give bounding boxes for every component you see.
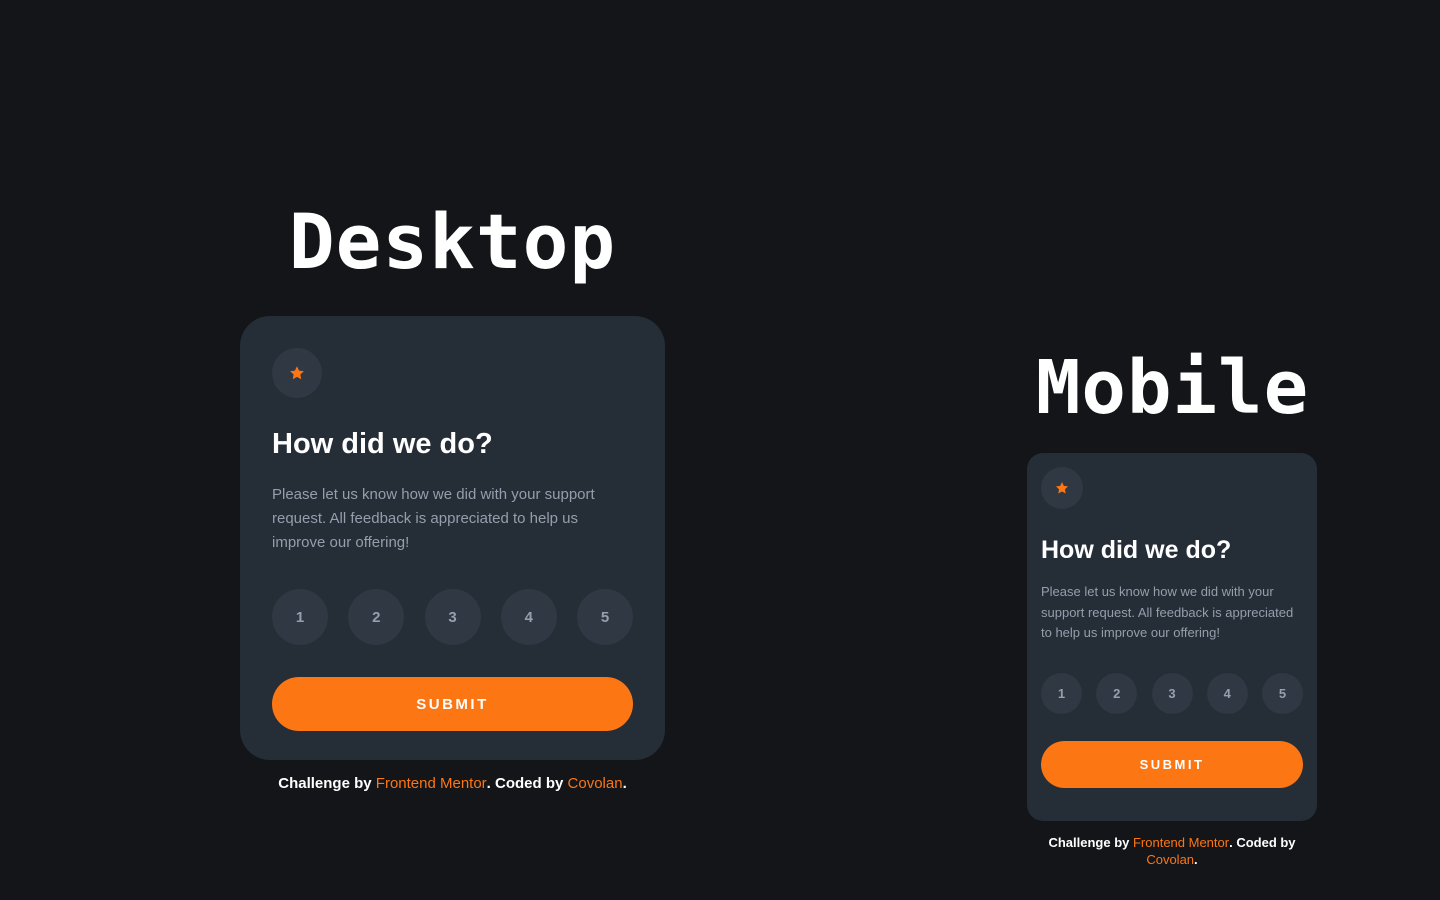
attribution-suffix: . xyxy=(1194,852,1198,867)
rating-button-3[interactable]: 3 xyxy=(424,589,481,645)
card-description: Please let us know how we did with your … xyxy=(272,486,595,551)
rating-card-desktop: How did we do? Please let us know how we… xyxy=(240,316,665,760)
attribution-suffix: . xyxy=(622,775,627,792)
attribution-desktop: Challenge by Frontend Mentor. Coded by C… xyxy=(240,775,665,792)
rating-button-3[interactable]: 3 xyxy=(1151,672,1193,714)
attribution-prefix: Challenge by xyxy=(1048,835,1133,850)
card-title: How did we do? xyxy=(272,428,493,460)
desktop-heading: Desktop xyxy=(288,197,617,286)
card-description: Please let us know how we did with your … xyxy=(1041,584,1294,640)
star-icon xyxy=(1055,481,1069,495)
mobile-heading: Mobile xyxy=(1035,345,1310,431)
attribution-middle: . Coded by xyxy=(1229,835,1296,850)
star-badge xyxy=(272,348,322,398)
star-icon xyxy=(289,365,305,381)
attribution-prefix: Challenge by xyxy=(278,775,376,792)
author-link[interactable]: Covolan xyxy=(568,775,623,792)
attribution-mobile: Challenge by Frontend Mentor. Coded by C… xyxy=(1027,834,1317,868)
rating-button-5[interactable]: 5 xyxy=(577,589,633,645)
rating-button-1[interactable]: 1 xyxy=(272,589,328,645)
rating-button-2[interactable]: 2 xyxy=(1096,672,1138,714)
rating-card-mobile: How did we do? Please let us know how we… xyxy=(1027,453,1317,821)
submit-button[interactable]: SUBMIT xyxy=(272,677,633,731)
card-title: How did we do? xyxy=(1041,536,1232,564)
star-badge xyxy=(1041,467,1083,509)
author-link[interactable]: Covolan xyxy=(1146,852,1194,867)
rating-button-4[interactable]: 4 xyxy=(500,589,557,645)
attribution-middle: . Coded by xyxy=(486,775,568,792)
screenshot-stage: Desktop How did we do? Please let us kno… xyxy=(0,0,1440,900)
rating-button-1[interactable]: 1 xyxy=(1041,672,1082,714)
rating-options: 1 2 3 4 5 xyxy=(1041,672,1303,714)
rating-button-4[interactable]: 4 xyxy=(1206,672,1248,714)
rating-options: 1 2 3 4 5 xyxy=(272,589,633,645)
rating-button-2[interactable]: 2 xyxy=(348,589,405,645)
frontend-mentor-link[interactable]: Frontend Mentor xyxy=(1133,835,1229,850)
frontend-mentor-link[interactable]: Frontend Mentor xyxy=(376,775,487,792)
submit-button[interactable]: SUBMIT xyxy=(1041,740,1303,788)
rating-button-5[interactable]: 5 xyxy=(1262,672,1303,714)
